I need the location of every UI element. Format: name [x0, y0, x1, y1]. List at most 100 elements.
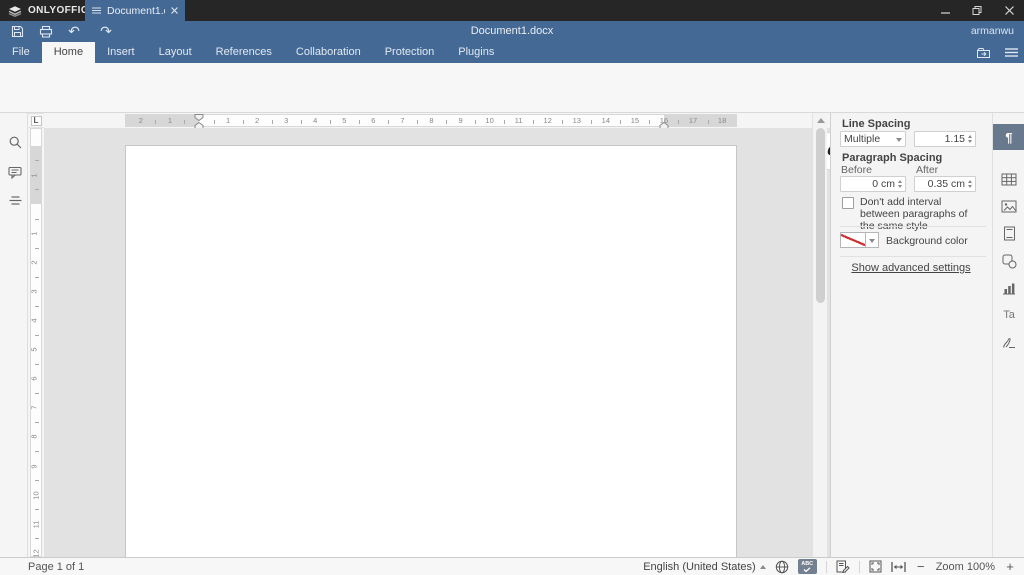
background-color-dropdown[interactable]: [866, 232, 879, 248]
status-divider: [826, 561, 827, 573]
search-button[interactable]: [7, 134, 23, 150]
background-color-label: Background color: [886, 235, 968, 247]
spacing-after-spinner[interactable]: 0.35 cm: [914, 176, 976, 192]
close-button[interactable]: [994, 0, 1024, 21]
spell-check-button[interactable]: ABC: [798, 559, 817, 574]
line-spacing-value: 1.15: [918, 133, 968, 145]
first-line-indent-marker[interactable]: [194, 114, 204, 121]
username-label: armanwu: [971, 21, 1014, 42]
menu-tab-collaboration[interactable]: Collaboration: [284, 42, 373, 63]
zoom-in-button[interactable]: +: [1004, 559, 1016, 574]
ruler-number: 1: [30, 173, 39, 177]
ruler-number: 4: [30, 319, 39, 323]
menu-tab-protection[interactable]: Protection: [373, 42, 447, 63]
ruler-number: 8: [429, 116, 433, 125]
zoom-out-button[interactable]: −: [915, 559, 927, 574]
redo-icon: ↷: [100, 23, 112, 40]
ruler-number: 1: [30, 231, 39, 235]
text-art-settings-tab[interactable]: Ta: [993, 302, 1024, 328]
ruler-corner[interactable]: L: [28, 114, 44, 127]
line-spacing-value-spinner[interactable]: 1.15: [914, 131, 976, 147]
paragraph-spacing-heading: Paragraph Spacing: [842, 152, 942, 164]
ruler-number: 5: [30, 348, 39, 352]
spinner-arrows-icon[interactable]: [898, 177, 902, 191]
vertical-ruler-strip: 1123456789101112: [28, 128, 44, 557]
zoom-level-label: Zoom 100%: [936, 561, 995, 573]
left-sidebar: [0, 113, 28, 557]
print-button[interactable]: [37, 24, 55, 39]
ruler-number: 11: [31, 520, 40, 528]
ruler-number: 6: [30, 377, 39, 381]
ruler-number: 3: [284, 116, 288, 125]
redo-button[interactable]: ↷: [97, 24, 115, 39]
page-icon: [1003, 226, 1016, 241]
undo-icon: ↶: [68, 23, 80, 40]
menu-tab-home[interactable]: Home: [42, 42, 95, 63]
set-language-button[interactable]: [775, 560, 789, 574]
save-button[interactable]: [8, 24, 26, 39]
scroll-up-arrow-icon[interactable]: [817, 114, 825, 123]
shape-icon: [1002, 254, 1017, 269]
fit-page-icon: [869, 560, 882, 573]
ruler-number: 7: [400, 116, 404, 125]
app-logo: ONLYOFFICE: [8, 0, 96, 21]
fit-page-button[interactable]: [869, 560, 882, 573]
ruler-number: 6: [371, 116, 375, 125]
home-toolbar: Arial 11 A▲ A▼ B I U S A2 A2 A: [0, 63, 1024, 113]
signature-settings-tab[interactable]: [993, 329, 1024, 355]
shape-settings-tab[interactable]: [993, 248, 1024, 274]
same-style-checkbox[interactable]: [842, 197, 854, 209]
ruler-number: 2: [139, 116, 143, 125]
menu-tab-file[interactable]: File: [0, 42, 42, 63]
ruler-number: 12: [544, 116, 552, 125]
ruler-number: 15: [631, 116, 639, 125]
chart-settings-tab[interactable]: [993, 275, 1024, 301]
menu-tab-references[interactable]: References: [204, 42, 284, 63]
tab-stop-selector[interactable]: L: [31, 116, 42, 126]
globe-icon: [775, 560, 789, 574]
menu-right-controls: [976, 42, 1018, 63]
table-settings-tab[interactable]: [993, 166, 1024, 192]
document-tab[interactable]: Document1.d...: [85, 0, 185, 21]
fit-width-button[interactable]: [891, 561, 906, 573]
menu-tab-layout[interactable]: Layout: [147, 42, 204, 63]
spinner-arrows-icon[interactable]: [968, 132, 972, 146]
minimize-button[interactable]: [930, 0, 960, 21]
header-footer-settings-tab[interactable]: [993, 220, 1024, 246]
paragraph-settings-icon: ¶: [1005, 130, 1012, 145]
panel-divider: [840, 226, 986, 227]
comments-button[interactable]: [7, 164, 23, 180]
show-advanced-settings-link[interactable]: Show advanced settings: [830, 262, 992, 274]
ruler-number: 17: [689, 116, 697, 125]
track-changes-icon: [836, 560, 850, 573]
navigation-headings-button[interactable]: [7, 193, 23, 209]
image-settings-tab[interactable]: [993, 193, 1024, 219]
horizontal-ruler-strip: 21123456789101112131415161718: [44, 113, 830, 128]
tab-close-icon[interactable]: [171, 7, 178, 14]
line-spacing-type-select[interactable]: Multiple: [840, 131, 906, 147]
document-page[interactable]: [125, 145, 737, 557]
spacing-after-value: 0.35 cm: [918, 178, 968, 190]
track-changes-button[interactable]: [836, 560, 850, 573]
undo-button[interactable]: ↶: [65, 24, 83, 39]
open-file-location-button[interactable]: [976, 47, 991, 59]
image-icon: [1001, 200, 1017, 213]
main-menu-button[interactable]: [1005, 48, 1018, 57]
scrollbar-thumb[interactable]: [816, 128, 825, 303]
maximize-button[interactable]: [962, 0, 992, 21]
signature-icon: [1002, 336, 1016, 349]
chevron-up-icon: [760, 562, 766, 569]
vertical-scrollbar[interactable]: [812, 113, 827, 557]
background-color-swatch[interactable]: [840, 232, 866, 248]
menu-tab-insert[interactable]: Insert: [95, 42, 147, 63]
spinner-arrows-icon[interactable]: [968, 177, 972, 191]
menu-tab-plugins[interactable]: Plugins: [446, 42, 506, 63]
after-label: After: [916, 164, 938, 176]
status-divider: [859, 561, 860, 573]
language-selector[interactable]: English (United States): [643, 561, 766, 573]
paragraph-settings-tab[interactable]: ¶: [993, 124, 1024, 150]
language-label: English (United States): [643, 561, 756, 573]
table-icon: [1001, 173, 1017, 186]
spacing-before-spinner[interactable]: 0 cm: [840, 176, 906, 192]
onlyoffice-document-editor: ONLYOFFICE Document1.d... Document1.docx: [0, 0, 1024, 575]
